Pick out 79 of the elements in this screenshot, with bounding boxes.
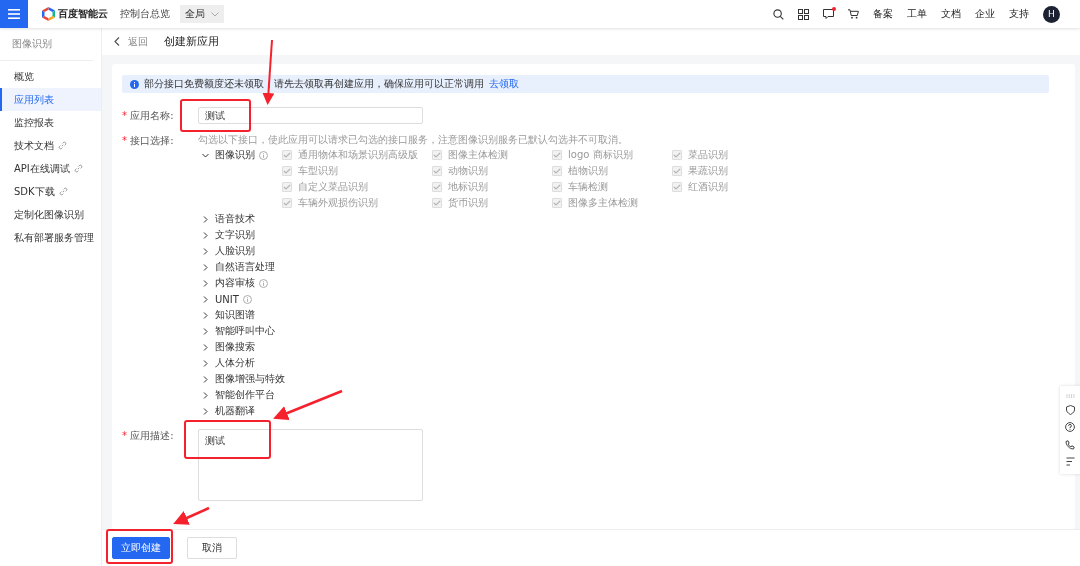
- checkmark-icon: [673, 184, 681, 190]
- group-toggle[interactable]: 文字识别: [202, 228, 255, 242]
- sidebar-item[interactable]: 应用列表: [0, 88, 101, 111]
- field-label: * 接口选择:: [122, 134, 175, 148]
- sidebar-item[interactable]: 私有部署服务管理: [0, 226, 101, 249]
- description-input[interactable]: 测试: [198, 429, 423, 501]
- group-toggle[interactable]: 机器翻译: [202, 404, 255, 418]
- checkmark-icon: [283, 168, 291, 174]
- chevron-down-icon: [211, 11, 219, 17]
- group-toggle[interactable]: 智能呼叫中心: [202, 324, 275, 338]
- group-toggle[interactable]: 图像识别: [202, 148, 255, 162]
- checkmark-icon: [283, 200, 291, 206]
- group-toggle[interactable]: 图像增强与特效: [202, 372, 285, 386]
- checkmark-icon: [433, 184, 441, 190]
- create-button[interactable]: 立即创建: [112, 537, 170, 559]
- avatar[interactable]: H: [1043, 5, 1060, 23]
- nav-link[interactable]: 文档: [941, 7, 961, 21]
- search-icon[interactable]: [773, 8, 784, 20]
- sidebar-title: 图像识别: [0, 28, 93, 61]
- checkmark-icon: [553, 152, 561, 158]
- group-toggle[interactable]: 知识图谱: [202, 308, 255, 322]
- group-toggle[interactable]: 自然语言处理: [202, 260, 275, 274]
- name-input[interactable]: 测试: [198, 107, 423, 124]
- checkmark-icon: [283, 184, 291, 190]
- logo-text[interactable]: 百度智能云: [58, 7, 108, 21]
- checkmark-icon: [553, 184, 561, 190]
- hint-text: 勾选以下接口，使此应用可以请求已勾选的接口服务，注意图像识别服务已默认勾选并不可取消。: [198, 134, 629, 146]
- message-icon[interactable]: [823, 9, 834, 19]
- nav-link[interactable]: 支持: [1009, 7, 1029, 21]
- sidebar-item[interactable]: API在线调试: [0, 157, 101, 180]
- group-toggle[interactable]: 智能创作平台: [202, 388, 275, 402]
- sidebar-item[interactable]: 定制化图像识别: [0, 203, 101, 226]
- group-toggle[interactable]: 语音技术: [202, 212, 255, 226]
- back-link[interactable]: 返回: [114, 34, 148, 49]
- help-icon[interactable]: [1065, 422, 1075, 433]
- page-title: 创建新应用: [164, 34, 219, 49]
- checkmark-icon: [433, 152, 441, 158]
- group-toggle[interactable]: 图像搜索: [202, 340, 255, 354]
- notice-text: 部分接口免费额度还未领取，请先去领取再创建应用，确保应用可以正常调用: [144, 77, 484, 91]
- chevron-down-icon: [202, 151, 209, 159]
- group-toggle[interactable]: 内容审核: [202, 276, 255, 290]
- list-icon[interactable]: [1065, 457, 1075, 467]
- highlight-box: [106, 529, 173, 564]
- arrow: [262, 39, 275, 105]
- logo-icon: [42, 7, 55, 21]
- menu-icon: [8, 9, 20, 19]
- sidebar-item[interactable]: 概览: [0, 65, 101, 88]
- checkmark-icon: [673, 168, 681, 174]
- region-select[interactable]: 全局: [180, 5, 224, 23]
- checkmark-icon: [553, 168, 561, 174]
- nav-link[interactable]: 工单: [907, 7, 927, 21]
- checkmark-icon: [283, 152, 291, 158]
- cart-icon[interactable]: [848, 9, 859, 19]
- sidebar-item[interactable]: 技术文档: [0, 134, 101, 157]
- group-toggle[interactable]: UNIT: [202, 293, 239, 305]
- sidebar-item[interactable]: 监控报表: [0, 111, 101, 134]
- info-icon: [130, 79, 139, 89]
- nav-link[interactable]: 备案: [873, 7, 893, 21]
- field-label: * 应用名称:: [122, 108, 175, 123]
- group-toggle[interactable]: 人脸识别: [202, 244, 255, 258]
- group-toggle[interactable]: 人体分析: [202, 356, 255, 370]
- phone-icon[interactable]: [1065, 439, 1075, 450]
- console-link[interactable]: 控制台总览: [120, 7, 170, 21]
- checkmark-icon: [433, 168, 441, 174]
- nav-link[interactable]: 企业: [975, 7, 995, 21]
- cancel-button[interactable]: 取消: [187, 537, 237, 559]
- highlight-box: [180, 99, 251, 132]
- shield-icon[interactable]: [1065, 405, 1075, 416]
- sidebar-item[interactable]: SDK下载: [0, 180, 101, 203]
- checkmark-icon: [553, 200, 561, 206]
- arrow: [173, 506, 210, 525]
- checkmark-icon: [673, 152, 681, 158]
- claim-link[interactable]: 去领取: [489, 77, 519, 91]
- menu-button[interactable]: [0, 0, 28, 28]
- chevron-left-icon: [114, 37, 120, 46]
- checkmark-icon: [433, 200, 441, 206]
- arrow: [273, 389, 343, 421]
- grid-icon[interactable]: [798, 8, 809, 20]
- field-label: * 应用描述:: [122, 429, 175, 443]
